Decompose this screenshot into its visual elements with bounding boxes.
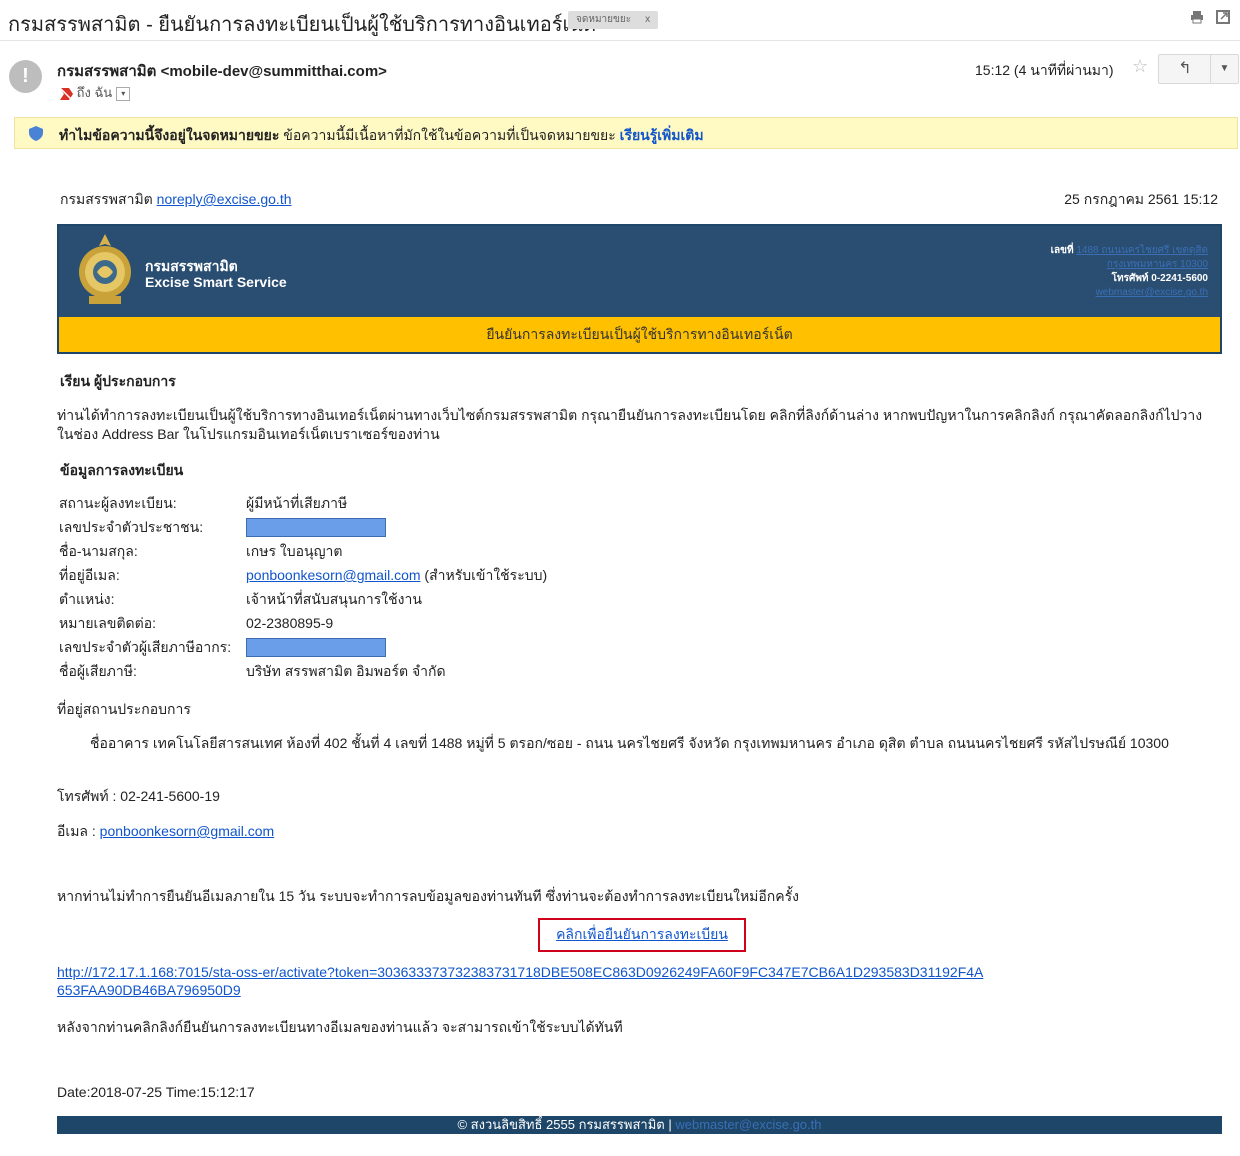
- reg-value: บริษัท สรรพสามิต อิมพอร์ต จำกัด: [246, 663, 446, 679]
- reg-key: เลขประจำตัวผู้เสียภาษีอากร:: [59, 639, 232, 655]
- reg-value: เกษร ใบอนุญาต: [246, 543, 343, 559]
- open-in-new-window-icon[interactable]: [1216, 10, 1230, 24]
- email-from-name: กรมสรรพสามิต: [60, 191, 153, 207]
- reg-value: เจ้าหน้าที่สนับสนุนการใช้งาน: [246, 591, 422, 607]
- sent-datetime: Date:2018-07-25 Time:15:12:17: [57, 1084, 255, 1100]
- important-marker-icon[interactable]: [59, 87, 73, 101]
- spam-banner-text: ข้อความนี้มีเนื้อหาที่มักใช้ในข้อความที่…: [283, 127, 616, 143]
- email-from-line: กรมสรรพสามิต noreply@excise.go.th: [60, 189, 292, 211]
- spam-warning-banner: ทำไมข้อความนี้จึงอยู่ในจดหมายขยะ ข้อความ…: [14, 117, 1238, 149]
- contact-address-link[interactable]: 1488 ถนนนครไชยศรี เขตดุสิต: [1076, 245, 1208, 256]
- reg-key: หมายเลขติดต่อ:: [59, 615, 157, 631]
- email-label: อีเมล :: [57, 823, 96, 839]
- redacted-citizen-id: [246, 517, 386, 537]
- email-subject: กรมสรรพสามิต - ยืนยันการลงทะเบียนเป็นผู้…: [8, 14, 596, 36]
- footer-copyright: © สงวนลิขสิทธิ์ 2555 กรมสรรพสามิต |: [457, 1117, 672, 1132]
- intro-paragraph: ท่านได้ทำการลงทะเบียนเป็นผู้ใช้บริการทาง…: [57, 407, 1203, 442]
- contact-web-link[interactable]: webmaster@excise.go.th: [1096, 287, 1208, 298]
- excise-emblem-logo: [79, 234, 131, 304]
- more-actions-button[interactable]: ▼: [1210, 54, 1239, 84]
- learn-more-link[interactable]: เรียนรู้เพิ่มเติม: [620, 127, 704, 143]
- contact-email-link[interactable]: ponboonkesorn@gmail.com: [100, 823, 275, 839]
- recipient-text: ถึง ฉัน: [76, 85, 113, 100]
- recipient-line: ถึง ฉัน ▾: [59, 82, 131, 103]
- contact-label: เลขที่: [1050, 245, 1074, 256]
- email-date: 25 กรกฎาคม 2561 15:12: [1064, 191, 1218, 207]
- reg-key: ชื่อ-นามสกุล:: [59, 543, 138, 559]
- email-line: อีเมล : ponboonkesorn@gmail.com: [57, 821, 274, 843]
- address-body: ชื่ออาคาร เทคโนโลยีสารสนเทศ ห้องที่ 402 …: [90, 735, 1169, 751]
- reg-value: 02-2380895-9: [246, 615, 334, 631]
- shield-icon: [29, 126, 43, 141]
- reg-key: สถานะผู้ลงทะเบียน:: [59, 495, 177, 511]
- label-remove-icon[interactable]: x: [645, 14, 650, 25]
- expiry-warning: หากท่านไม่ทำการยืนยันอีเมลภายใน 15 วัน ร…: [57, 888, 799, 904]
- show-details-dropdown-icon[interactable]: ▾: [116, 86, 131, 101]
- confirm-registration-link[interactable]: คลิกเพื่อยืนยันการลงทะเบียน: [556, 926, 728, 942]
- sender-name: กรมสรรพสามิต: [57, 63, 157, 80]
- sender-name-line[interactable]: กรมสรรพสามิต <mobile-dev@summitthai.com>: [57, 59, 387, 83]
- contact-address-link-2[interactable]: กรุงเทพมหานคร 10300: [1107, 259, 1208, 270]
- sender-avatar: !: [9, 60, 42, 93]
- reg-key: ชื่อผู้เสียภาษี:: [59, 663, 137, 679]
- email-footer: © สงวนลิขสิทธิ์ 2555 กรมสรรพสามิต | webm…: [57, 1116, 1222, 1134]
- phone-line: โทรศัพท์ : 02-241-5600-19: [57, 788, 220, 804]
- reg-email-note: (สำหรับเข้าใช้ระบบ): [424, 567, 548, 583]
- footer-webmaster-link[interactable]: webmaster@excise.go.th: [675, 1117, 821, 1132]
- address-heading: ที่อยู่สถานประกอบการ: [57, 701, 191, 717]
- email-header-card: กรมสรรพสามิต Excise Smart Service เลขที่…: [57, 224, 1222, 354]
- reg-key: ตำแหน่ง:: [59, 591, 115, 607]
- org-name-english: Excise Smart Service: [145, 274, 287, 290]
- reg-email-link[interactable]: ponboonkesorn@gmail.com: [246, 567, 421, 583]
- sender-email: <mobile-dev@summitthai.com>: [160, 63, 387, 80]
- card-banner: กรมสรรพสามิต Excise Smart Service เลขที่…: [59, 226, 1220, 317]
- received-time: 15:12 (4 นาทีที่ผ่านมา): [975, 62, 1114, 78]
- reg-value: ผู้มีหน้าที่เสียภาษี: [246, 495, 348, 511]
- greeting: เรียน ผู้ประกอบการ: [60, 373, 176, 389]
- print-icon[interactable]: [1190, 10, 1204, 24]
- spam-banner-question: ทำไมข้อความนี้จึงอยู่ในจดหมายขยะ: [59, 127, 280, 143]
- star-icon[interactable]: ☆: [1132, 56, 1148, 77]
- spam-label-chip[interactable]: จดหมายขยะ x: [568, 11, 659, 29]
- subject-bar: กรมสรรพสามิต - ยืนยันการลงทะเบียนเป็นผู้…: [0, 0, 1240, 41]
- label-text: จดหมายขยะ: [576, 14, 632, 25]
- activation-url-link[interactable]: http://172.17.1.168:7015/sta-oss-er/acti…: [57, 963, 987, 999]
- registration-heading: ข้อมูลการลงทะเบียน: [60, 462, 184, 478]
- chevron-down-icon: ▼: [1219, 63, 1230, 74]
- confirm-registration-box: คลิกเพื่อยืนยันการลงทะเบียน: [538, 918, 746, 952]
- card-title-band: ยืนยันการลงทะเบียนเป็นผู้ใช้บริการทางอิน…: [59, 317, 1220, 352]
- org-contact-block: เลขที่ 1488 ถนนนครไชยศรี เขตดุสิต กรุงเท…: [1051, 244, 1208, 300]
- reg-key: ที่อยู่อีเมล:: [59, 567, 120, 583]
- email-from-address[interactable]: noreply@excise.go.th: [157, 191, 292, 207]
- reply-button[interactable]: ↰: [1158, 54, 1212, 84]
- redacted-tax-id: [246, 637, 386, 657]
- contact-phone: โทรศัพท์ 0-2241-5600: [1111, 273, 1208, 284]
- reply-icon: ↰: [1178, 60, 1192, 77]
- reg-key: เลขประจำตัวประชาชน:: [59, 519, 204, 535]
- after-click-note: หลังจากท่านคลิกลิงก์ยืนยันการลงทะเบียนทา…: [57, 1019, 623, 1035]
